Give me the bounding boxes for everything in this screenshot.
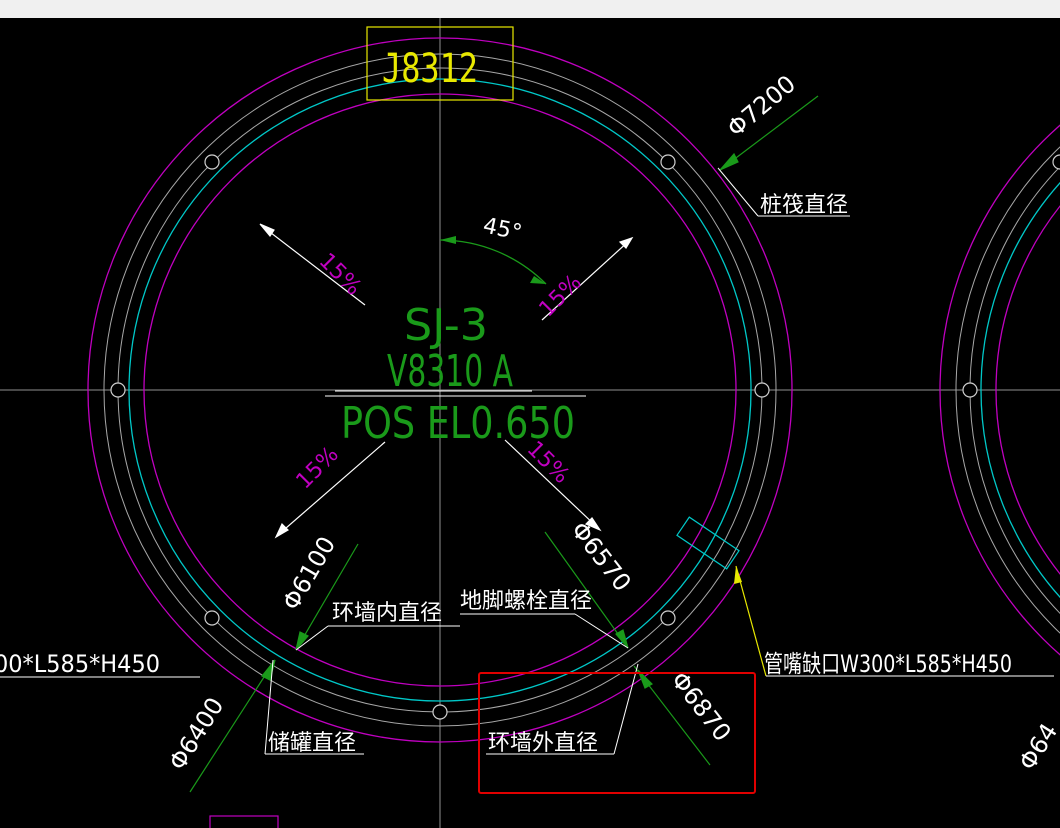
slope-label-ne: 15% xyxy=(535,270,587,322)
angle-arc xyxy=(439,239,547,285)
nozzle-leader-arrow xyxy=(734,566,742,584)
slope-label-nw: 15% xyxy=(314,249,366,301)
angle-label: 45° xyxy=(481,213,524,246)
bottom-marker xyxy=(209,815,279,828)
label-left-cut: 00*L585*H450 xyxy=(0,650,160,678)
cad-viewport[interactable]: J8312 SJ-3 V8310 A POS EL0.650 45° 15% 1… xyxy=(0,0,1060,828)
slope-label-sw: 15% xyxy=(292,442,344,494)
dim-7200: Φ7200 xyxy=(722,70,801,143)
bolt-hole xyxy=(660,610,676,626)
nozzle-leader xyxy=(735,565,767,677)
label-inner-wall: 环墙内直径 xyxy=(332,601,442,626)
cad-drawing[interactable]: J8312 SJ-3 V8310 A POS EL0.650 45° 15% 1… xyxy=(0,0,1060,828)
bolt-hole xyxy=(432,704,448,720)
dim-6870: Φ6870 xyxy=(665,666,736,746)
bolt-hole xyxy=(1052,154,1060,170)
bolt-hole xyxy=(754,382,770,398)
label-outer-wall: 环墙外直径 xyxy=(488,731,598,756)
equipment-tag: J8312 xyxy=(382,46,478,92)
bolt-hole xyxy=(204,610,220,626)
dim-6400-right: Φ64 xyxy=(1013,718,1060,775)
label-nozzle-notch: 管嘴缺口W300*L585*H450 xyxy=(764,650,1012,678)
angle-arrow-start xyxy=(440,236,456,244)
bolt-hole xyxy=(660,154,676,170)
title-line-1: SJ-3 xyxy=(404,300,488,351)
bolt-hole xyxy=(962,382,978,398)
label-bolt-circle: 地脚螺栓直径 xyxy=(460,589,592,614)
dim-6400: Φ6400 xyxy=(163,693,229,776)
label-raft-diameter: 桩筏直径 xyxy=(760,193,848,218)
bolt-hole xyxy=(204,154,220,170)
bolt-hole xyxy=(110,382,126,398)
dim-6570: Φ6570 xyxy=(565,516,636,596)
title-line-2: V8310 A xyxy=(387,346,513,397)
label-tank-diameter: 储罐直径 xyxy=(268,731,356,756)
